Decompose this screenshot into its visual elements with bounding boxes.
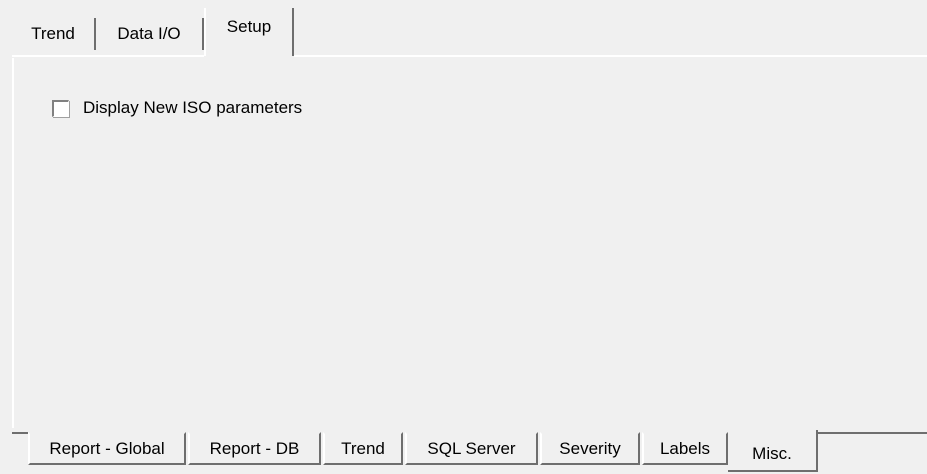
tab-strip-border — [12, 55, 204, 57]
display-new-iso-parameters-checkbox[interactable] — [52, 99, 69, 117]
tab-report-db[interactable]: Report - DB — [188, 432, 321, 465]
display-new-iso-parameters-option[interactable]: Display New ISO parameters — [52, 98, 302, 118]
tab-data-io[interactable]: Data I/O — [96, 18, 204, 50]
top-tab-strip: Trend Data I/O Setup — [0, 0, 927, 58]
tab-sql-server[interactable]: SQL Server — [405, 432, 538, 465]
tab-report-global[interactable]: Report - Global — [28, 432, 186, 465]
tab-labels[interactable]: Labels — [642, 432, 728, 465]
tab-setup[interactable]: Setup — [204, 8, 294, 56]
bottom-tab-strip-border — [818, 432, 927, 434]
tab-strip-border — [294, 55, 927, 57]
display-new-iso-parameters-label[interactable]: Display New ISO parameters — [83, 98, 302, 118]
tab-trend-bottom[interactable]: Trend — [323, 432, 403, 465]
tab-misc[interactable]: Misc. — [728, 430, 818, 472]
setup-panel: Display New ISO parameters — [12, 58, 927, 428]
tab-trend[interactable]: Trend — [12, 18, 96, 50]
tab-severity[interactable]: Severity — [540, 432, 640, 465]
